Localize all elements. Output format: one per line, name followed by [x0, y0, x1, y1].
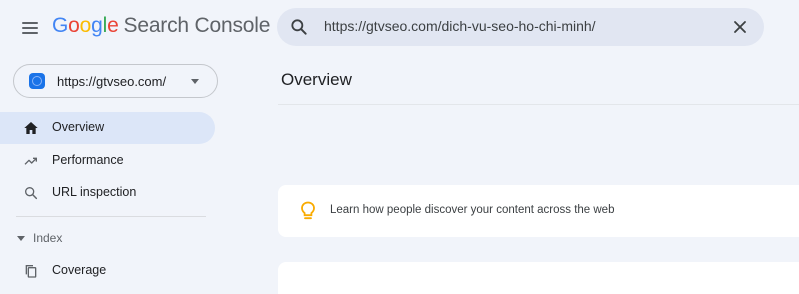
- logo-letter: o: [68, 14, 80, 37]
- tip-card[interactable]: Learn how people discover your content a…: [278, 185, 799, 237]
- copy-icon: [25, 265, 37, 278]
- property-selector[interactable]: https://gtvseo.com/: [13, 64, 218, 98]
- trending-up-icon: [24, 157, 37, 165]
- sidebar-item-label: URL inspection: [52, 185, 137, 199]
- title-divider: [278, 104, 799, 105]
- logo-letter: o: [79, 14, 92, 37]
- sidebar-item-label: Coverage: [52, 263, 107, 277]
- logo-letter: G: [52, 14, 69, 37]
- dropdown-caret-icon: [191, 79, 199, 84]
- page-title: Overview: [281, 70, 352, 89]
- sidebar-item-label: Performance: [52, 153, 124, 167]
- content-card: [278, 262, 799, 294]
- logo-letter: e: [107, 14, 119, 37]
- collapse-caret-icon: [17, 236, 25, 241]
- logo-letter: g: [91, 14, 103, 37]
- menu-icon[interactable]: [16, 14, 44, 42]
- sidebar-item-coverage[interactable]: Coverage: [0, 255, 215, 287]
- close-icon[interactable]: [730, 17, 750, 37]
- property-label: https://gtvseo.com/: [57, 74, 167, 89]
- search-icon[interactable]: [289, 17, 309, 37]
- property-icon: [29, 73, 45, 89]
- sidebar-item-performance[interactable]: Performance: [0, 145, 215, 177]
- search-icon: [24, 187, 38, 200]
- url-search-bar[interactable]: https://gtvseo.com/dich-vu-seo-ho-chi-mi…: [277, 8, 764, 46]
- google-search-console-logo[interactable]: Google Search Console: [52, 14, 270, 38]
- lightbulb-icon: [301, 201, 315, 220]
- product-name: Search Console: [123, 14, 271, 37]
- sidebar-item-overview[interactable]: Overview: [0, 112, 215, 144]
- sidebar-item-url-inspection[interactable]: URL inspection: [0, 177, 215, 209]
- home-icon: [24, 122, 38, 134]
- sidebar-section-index[interactable]: Index: [0, 229, 215, 249]
- sidebar-section-label: Index: [33, 231, 63, 245]
- sidebar-item-label: Overview: [52, 120, 105, 134]
- tip-text: Learn how people discover your content a…: [330, 204, 615, 216]
- top-app-bar: Google Search Console https://gtvseo.com/…: [0, 0, 799, 56]
- search-input[interactable]: https://gtvseo.com/dich-vu-seo-ho-chi-mi…: [324, 18, 596, 34]
- sidebar-divider: [16, 216, 206, 217]
